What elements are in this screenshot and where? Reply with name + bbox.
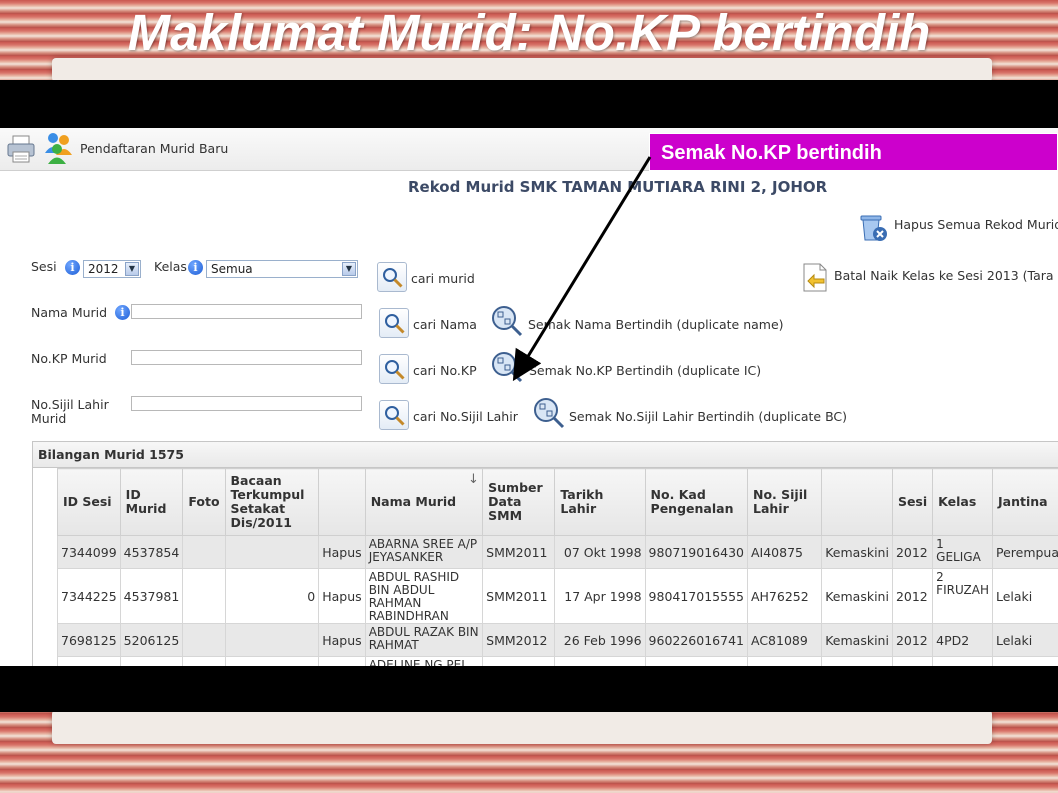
nama-murid-input[interactable]	[131, 304, 362, 319]
nokp-murid-input[interactable]	[131, 350, 362, 365]
letterbox-top	[0, 80, 1058, 128]
student-grid: Bilangan Murid 1575 ID Sesi ID Murid Fot…	[32, 441, 1058, 666]
magnifier-icon	[385, 406, 405, 426]
trash-icon	[860, 215, 887, 241]
col-blank	[821, 468, 893, 536]
nama-murid-label: Nama Murid	[31, 305, 108, 320]
col-id-sesi[interactable]: ID Sesi	[57, 468, 121, 536]
edit-row-link[interactable]: Kemaskini	[821, 535, 893, 569]
chevron-down-icon: ▼	[342, 262, 356, 276]
edit-row-link[interactable]: Kemaskini	[821, 656, 893, 666]
search-birth-cert-label[interactable]: cari No.Sijil Lahir	[413, 409, 518, 424]
sijil-lahir-label: No.Sijil Lahir	[31, 397, 109, 412]
sort-down-icon[interactable]: ↓	[468, 472, 479, 487]
page-title: Rekod Murid SMK TAMAN MUTIARA RINI 2, JO…	[408, 178, 828, 196]
kelas-label: Kelas	[154, 259, 187, 274]
undo-document-icon	[803, 263, 827, 292]
table-header: ID Sesi ID Murid Foto Bacaan Terkumpul S…	[57, 468, 1058, 536]
callout-box: Semak No.KP bertindih	[649, 133, 1058, 171]
printer-icon[interactable]	[6, 134, 36, 164]
search-birth-cert-button[interactable]	[379, 400, 409, 430]
col-jantina[interactable]: Jantina	[991, 468, 1058, 536]
chevron-down-icon: ▼	[125, 262, 139, 276]
edit-row-link[interactable]: Kemaskini	[821, 623, 893, 657]
student-table: ID Sesi ID Murid Foto Bacaan Terkumpul S…	[57, 468, 1058, 666]
col-foto[interactable]: Foto	[182, 468, 226, 536]
sijil-lahir-input[interactable]	[131, 396, 362, 411]
kelas-select[interactable]: Semua ▼	[206, 260, 358, 278]
delete-row-link[interactable]: Hapus	[318, 568, 366, 624]
duplicate-ic-icon[interactable]	[490, 350, 524, 384]
duplicate-name-icon[interactable]	[490, 304, 524, 338]
duplicate-birth-cert-icon[interactable]	[532, 396, 566, 430]
info-icon[interactable]: i	[188, 260, 203, 275]
delete-all-records-button[interactable]: Hapus Semua Rekod Murid	[856, 210, 1058, 244]
search-name-button[interactable]	[379, 308, 409, 338]
delete-row-link[interactable]: Hapus	[318, 535, 366, 569]
info-icon[interactable]: i	[65, 260, 80, 275]
delete-all-label: Hapus Semua Rekod Murid	[894, 217, 1058, 232]
sijil-lahir-label-line2: Murid	[31, 411, 67, 426]
paper-top-edge	[52, 58, 992, 82]
col-nama-murid[interactable]: Nama Murid	[364, 468, 484, 536]
search-student-label[interactable]: cari murid	[411, 271, 475, 286]
search-name-label[interactable]: cari Nama	[413, 317, 477, 332]
table-row: 7344225 4537981 0 Hapus ABDUL RASHID BIN…	[57, 568, 1058, 624]
search-student-button[interactable]	[377, 262, 407, 292]
slide-title: Maklumat Murid: No.KP bertindih	[127, 4, 931, 61]
col-no-sijil[interactable]: No. Sijil Lahir	[746, 468, 823, 536]
info-icon[interactable]: i	[115, 305, 130, 320]
duplicate-birth-cert-label[interactable]: Semak No.Sijil Lahir Bertindih (duplicat…	[569, 409, 847, 424]
col-sumber[interactable]: Sumber Data SMM	[482, 468, 556, 536]
table-row: 7698125 5206125 Hapus ABDUL RAZAK BIN RA…	[57, 623, 1058, 657]
col-blank	[318, 468, 366, 536]
col-bacaan[interactable]: Bacaan Terkumpul Setakat Dis/2011	[224, 468, 320, 536]
duplicate-ic-label[interactable]: Semak No.KP Bertindih (duplicate IC)	[529, 363, 761, 378]
paper-bottom-edge	[52, 710, 992, 744]
cancel-promotion-button[interactable]: Batal Naik Kelas ke Sesi 2013 (Tara	[800, 261, 1058, 295]
delete-row-link[interactable]: Hapus	[318, 623, 366, 657]
duplicate-name-label[interactable]: Semak Nama Bertindih (duplicate name)	[528, 317, 784, 332]
search-ic-label[interactable]: cari No.KP	[413, 363, 477, 378]
cancel-promotion-label: Batal Naik Kelas ke Sesi 2013 (Tara	[834, 268, 1054, 283]
app-screen: Pendaftaran Murid Baru Semak No.KP berti…	[0, 128, 1058, 666]
col-tarikh-lahir[interactable]: Tarikh Lahir	[554, 468, 646, 536]
student-count: Bilangan Murid 1575	[33, 442, 1058, 468]
table-row: 7344099 4537854 Hapus ABARNA SREE A/P JE…	[57, 535, 1058, 569]
magnifier-icon	[383, 268, 403, 288]
users-icon[interactable]	[42, 131, 74, 165]
col-id-murid[interactable]: ID Murid	[119, 468, 184, 536]
magnifier-icon	[385, 314, 405, 334]
magnifier-icon	[385, 360, 405, 380]
sesi-select[interactable]: 2012 ▼	[83, 260, 141, 278]
col-sesi[interactable]: Sesi	[891, 468, 934, 536]
col-kelas[interactable]: Kelas	[932, 468, 993, 536]
nokp-murid-label: No.KP Murid	[31, 351, 107, 366]
edit-row-link[interactable]: Kemaskini	[821, 568, 893, 624]
register-student-link[interactable]: Pendaftaran Murid Baru	[80, 141, 228, 156]
delete-row-link[interactable]: Hapus	[318, 656, 366, 666]
search-ic-button[interactable]	[379, 354, 409, 384]
col-no-kp[interactable]: No. Kad Pengenalan	[644, 468, 748, 536]
table-row: 7343094 1921663 0 Hapus ADELINE NG PEI L…	[57, 656, 1058, 666]
sesi-label: Sesi	[31, 259, 57, 274]
letterbox-bottom	[0, 666, 1058, 712]
